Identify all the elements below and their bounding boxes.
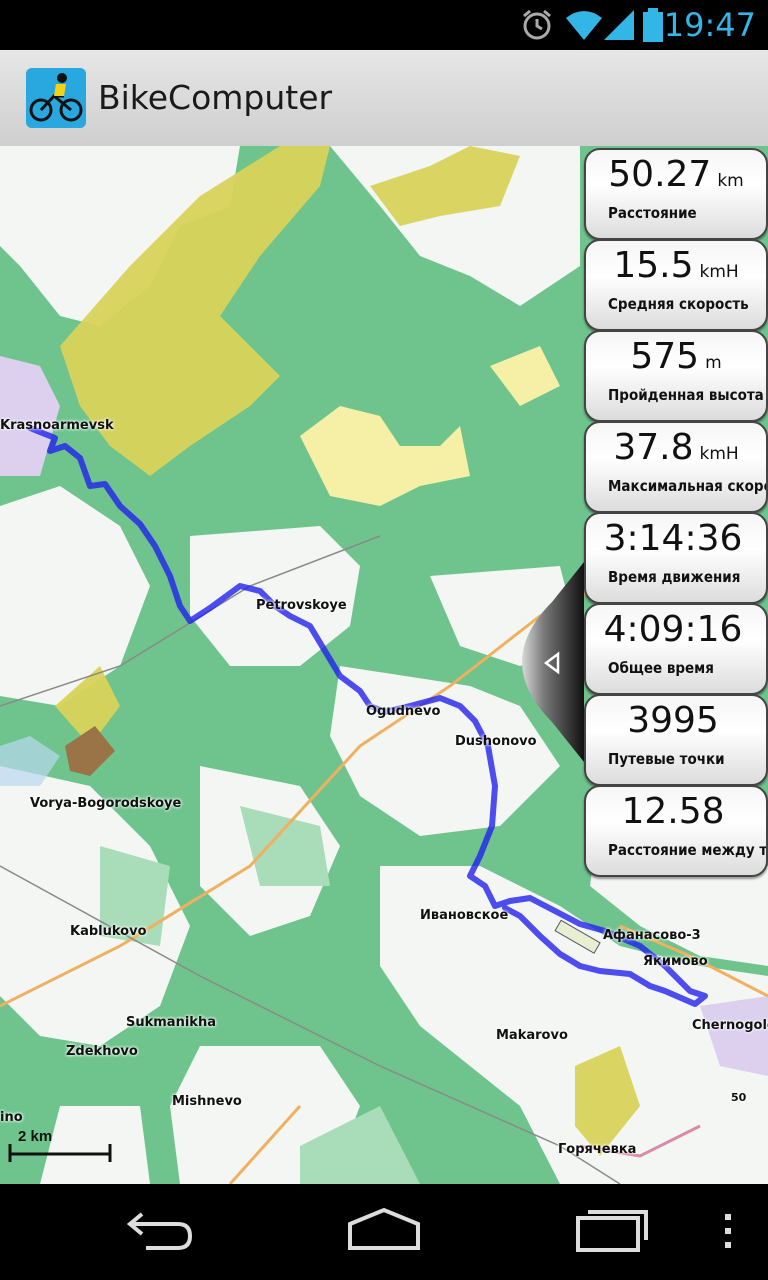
stat-value: 15.5	[613, 245, 694, 286]
status-bar: 19:47	[0, 0, 768, 50]
map-label: Ивановское	[420, 908, 509, 923]
stat-value: 3:14:36	[603, 518, 743, 559]
map-label: Zdekhovo	[66, 1044, 138, 1059]
map-label: Vorya-Bogorodskoye	[30, 796, 182, 811]
signal-icon	[604, 10, 634, 40]
cyclist-icon[interactable]	[26, 68, 86, 128]
wifi-icon	[566, 11, 602, 40]
app-bar: BikeComputer	[0, 50, 768, 147]
map-label: Горячевка	[558, 1142, 637, 1157]
stat-point-distance[interactable]: 12.58 Расстояние между точками	[584, 785, 768, 877]
scale-label: 2 km	[18, 1128, 53, 1145]
road-number: 50	[731, 1091, 747, 1104]
stat-value: 4:09:16	[603, 609, 743, 650]
stat-label: Расстояние	[608, 204, 697, 222]
menu-icon[interactable]	[718, 1204, 738, 1254]
stat-label: Расстояние между точками	[608, 841, 768, 859]
stat-value: 37.8	[613, 427, 694, 468]
map-label: Якимово	[643, 954, 708, 969]
stat-max-speed[interactable]: 37.8kmH Максимальная скорость	[584, 421, 768, 513]
stat-waypoints[interactable]: 3995 Путевые точки	[584, 694, 768, 786]
stat-unit: m	[705, 353, 722, 373]
map-label: Афанасово-3	[603, 928, 701, 943]
stat-label: Пройденная высота	[608, 386, 764, 404]
stat-value: 575	[630, 336, 700, 377]
map-label: Kablukovo	[70, 924, 147, 939]
stat-label: Средняя скорость	[608, 295, 749, 313]
nav-bar	[0, 1184, 768, 1280]
stat-label: Общее время	[608, 659, 714, 677]
stat-label: Максимальная скорость	[608, 477, 766, 495]
clock: 19:47	[663, 6, 756, 44]
back-icon[interactable]	[120, 1204, 200, 1254]
stat-label: Время движения	[608, 568, 741, 586]
map-label: Krasnoarmevsk	[0, 418, 114, 433]
map-label: Сhernogolov	[692, 1018, 768, 1033]
alarm-icon	[523, 9, 551, 40]
stat-unit: kmH	[699, 262, 739, 282]
stat-label: Путевые точки	[608, 750, 725, 768]
stat-avg-speed[interactable]: 15.5 kmH Средняя скорость	[584, 239, 768, 331]
stat-value: 12.58	[621, 791, 725, 832]
stat-distance[interactable]: 50.27 km Расстояние	[584, 148, 768, 240]
stat-value: 50.27	[608, 154, 712, 195]
app-title: BikeComputer	[98, 78, 333, 117]
map-label: Makarovo	[496, 1028, 568, 1043]
map-label: ino	[0, 1110, 23, 1125]
stat-moving-time[interactable]: 3:14:36 Время движения	[584, 512, 768, 604]
stat-elevation[interactable]: 575 m Пройденная высота	[584, 330, 768, 422]
map-label: Sukmanikha	[126, 1015, 216, 1030]
panel-collapse-handle[interactable]	[522, 562, 584, 762]
map-scale: 2 km	[8, 1126, 118, 1176]
stat-total-time[interactable]: 4:09:16 Общее время	[584, 603, 768, 695]
stat-unit: km	[717, 171, 744, 191]
home-icon[interactable]	[344, 1204, 424, 1254]
recents-icon[interactable]	[572, 1204, 652, 1254]
stat-unit: kmH	[699, 444, 739, 464]
map-label: Ogudnevo	[366, 704, 441, 719]
map-label: Petrovskoye	[256, 598, 347, 613]
battery-icon	[643, 8, 663, 42]
map-label: Mishnevo	[172, 1094, 242, 1109]
stat-value: 3995	[627, 700, 719, 741]
